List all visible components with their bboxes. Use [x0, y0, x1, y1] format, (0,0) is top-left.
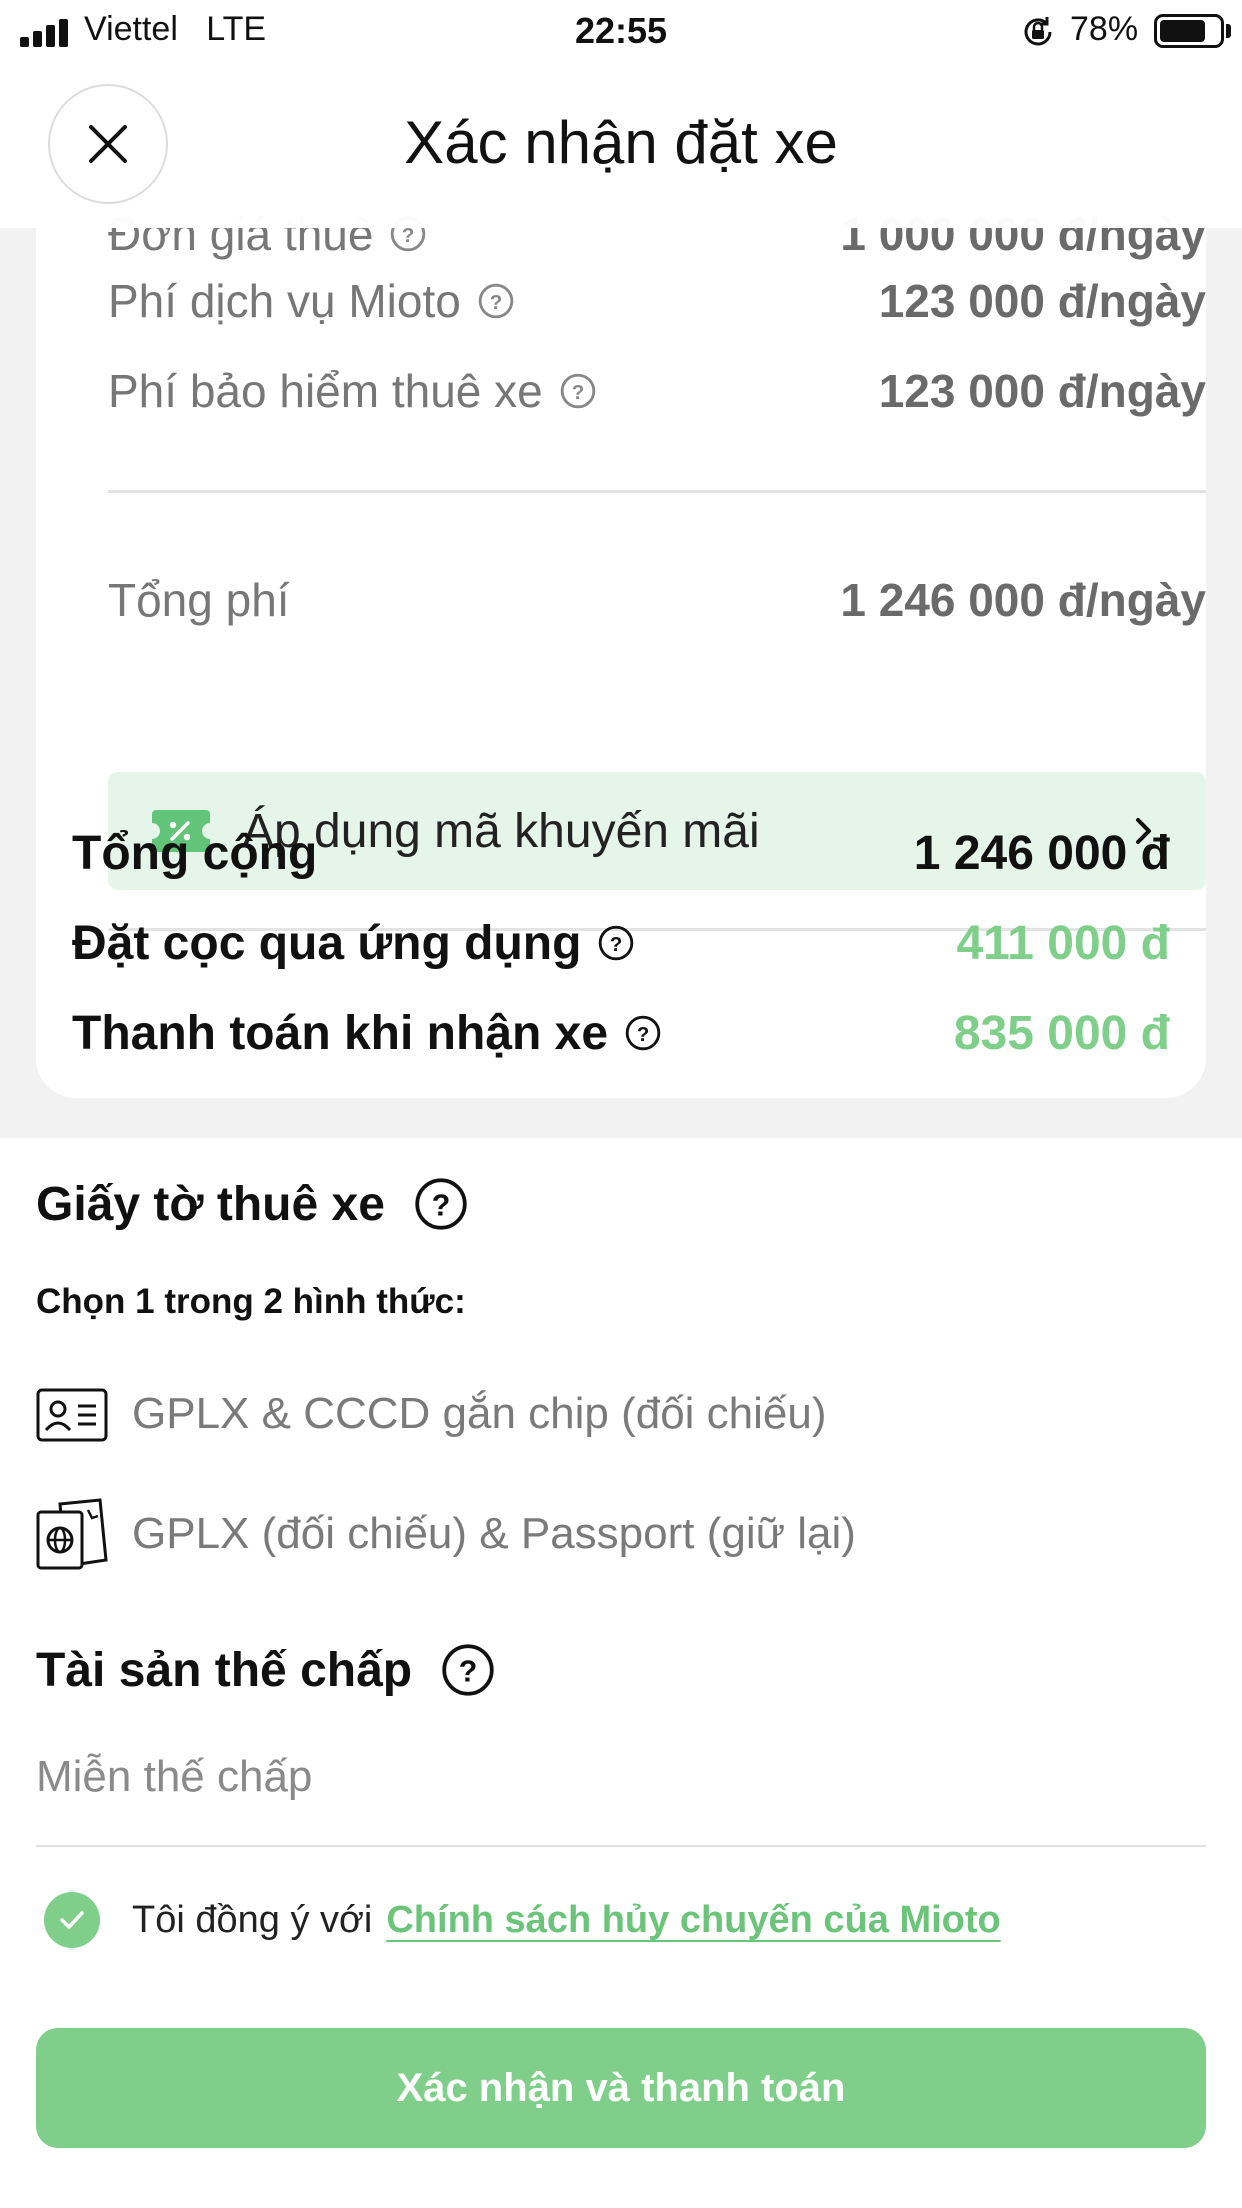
documents-section-title: Giấy tờ thuê xe ?: [36, 1176, 469, 1232]
pay-on-pickup-label-wrap: Thanh toán khi nhận xe ?: [72, 1006, 662, 1061]
price-row-total-fee: Tổng phí 1 246 000 đ/ngày: [108, 565, 1206, 635]
help-icon[interactable]: ?: [597, 924, 635, 962]
collateral-value: Miễn thế chấp: [36, 1752, 313, 1801]
deposit-row: Đặt cọc qua ứng dụng ? 411 000 đ: [72, 908, 1170, 978]
svg-text:?: ?: [432, 1190, 451, 1223]
svg-text:?: ?: [571, 381, 584, 404]
insurance-fee-value: 123 000 đ/ngày: [878, 365, 1206, 417]
battery-level-fill: [1160, 20, 1206, 42]
svg-text:?: ?: [637, 1023, 650, 1046]
agree-checkbox[interactable]: [44, 1892, 100, 1948]
divider: [36, 1845, 1206, 1847]
passport-icon: [36, 1498, 108, 1570]
price-row-label: Phí dịch vụ Mioto ?: [108, 274, 515, 328]
insurance-fee-label: Phí bảo hiểm thuê xe: [108, 365, 543, 417]
collateral-section-title: Tài sản thế chấp ?: [36, 1642, 496, 1698]
pay-on-pickup-row: Thanh toán khi nhận xe ? 835 000 đ: [72, 998, 1170, 1068]
grand-total-value: 1 246 000 đ: [913, 826, 1170, 880]
svg-text:?: ?: [490, 291, 503, 314]
documents-subtitle: Chọn 1 trong 2 hình thức:: [36, 1282, 466, 1321]
pay-on-pickup-label: Thanh toán khi nhận xe: [72, 1006, 609, 1060]
help-icon[interactable]: ?: [624, 1014, 662, 1052]
battery-cap: [1226, 24, 1231, 38]
cancellation-policy-link[interactable]: Chính sách hủy chuyến của Mioto: [386, 1899, 1000, 1942]
service-fee-label: Phí dịch vụ Mioto: [108, 275, 461, 327]
page-title: Xác nhận đặt xe: [404, 109, 838, 176]
collateral-title: Tài sản thế chấp: [36, 1643, 413, 1697]
grand-total-label: Tổng cộng: [72, 826, 318, 880]
service-fee-value: 123 000 đ/ngày: [878, 275, 1206, 327]
check-icon: [60, 1911, 84, 1929]
deposit-value: 411 000 đ: [956, 916, 1170, 970]
svg-text:?: ?: [459, 1656, 478, 1689]
id-card-icon: [36, 1388, 108, 1442]
grand-total-row: Tổng cộng 1 246 000 đ: [72, 818, 1170, 888]
agreement-row: Tôi đồng ý với Chính sách hủy chuyến của…: [44, 1890, 1001, 1950]
document-option-label: GPLX (đối chiếu) & Passport (giữ lại): [132, 1509, 856, 1558]
deposit-label: Đặt cọc qua ứng dụng: [72, 916, 582, 970]
status-bar: Viettel LTE 22:55 78%: [0, 0, 1242, 62]
price-row-service-fee: Phí dịch vụ Mioto ? 123 000 đ/ngày: [108, 266, 1206, 336]
confirm-and-pay-button[interactable]: Xác nhận và thanh toán: [36, 2028, 1206, 2148]
help-icon[interactable]: ?: [477, 282, 515, 320]
price-row-insurance-fee: Phí bảo hiểm thuê xe ? 123 000 đ/ngày: [108, 356, 1206, 426]
help-icon[interactable]: ?: [413, 1176, 469, 1232]
scroll-content: Đơn giá thuê ? 1 000 000 đ/ngày Phí dịch…: [0, 0, 1242, 2208]
divider: [108, 490, 1206, 493]
document-option-passport: GPLX (đối chiếu) & Passport (giữ lại): [36, 1498, 1206, 1570]
document-option-id-card: GPLX & CCCD gắn chip (đối chiếu): [36, 1378, 1206, 1450]
battery-percentage: 78%: [1070, 10, 1139, 48]
battery-icon: [1154, 14, 1224, 48]
total-fee-label: Tổng phí: [108, 574, 290, 626]
total-fee-value: 1 246 000 đ/ngày: [840, 574, 1206, 626]
pay-on-pickup-value: 835 000 đ: [953, 1006, 1170, 1060]
document-option-label: GPLX & CCCD gắn chip (đối chiếu): [132, 1389, 827, 1438]
help-icon[interactable]: ?: [559, 372, 597, 410]
rotation-lock-icon: [1024, 17, 1052, 46]
svg-text:?: ?: [610, 933, 623, 956]
help-icon[interactable]: ?: [440, 1642, 496, 1698]
page-header: Xác nhận đặt xe: [0, 62, 1242, 228]
documents-title: Giấy tờ thuê xe: [36, 1177, 385, 1231]
deposit-label-wrap: Đặt cọc qua ứng dụng ?: [72, 916, 635, 971]
price-row-label: Phí bảo hiểm thuê xe ?: [108, 364, 597, 418]
agreement-text: Tôi đồng ý với: [132, 1898, 373, 1941]
